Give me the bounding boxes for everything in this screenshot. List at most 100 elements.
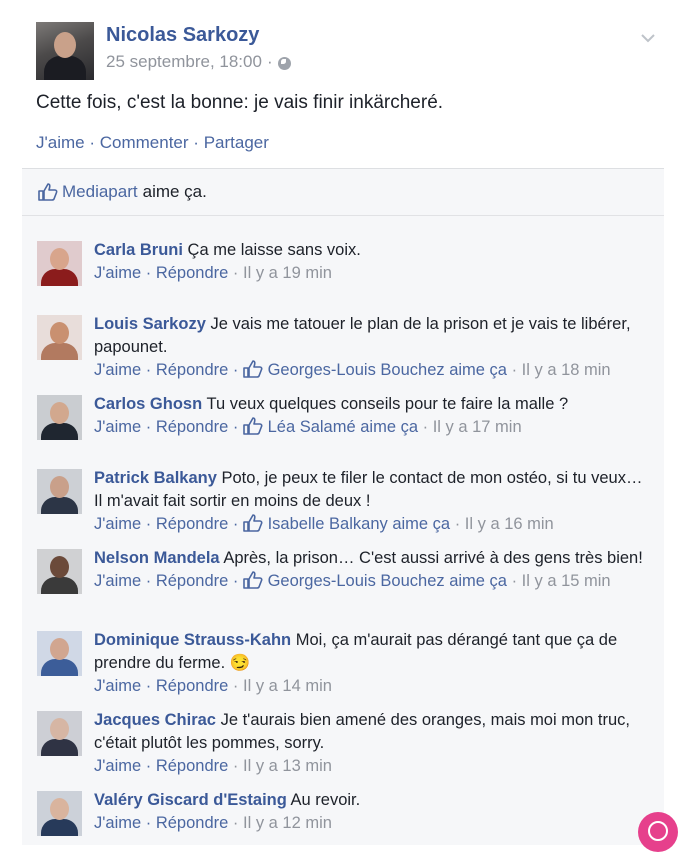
action-separator: ·	[228, 264, 243, 282]
likes-summary: Mediapart aime ça.	[22, 169, 664, 216]
avatar-body	[41, 423, 78, 440]
liked-by-link[interactable]: Georges-Louis Bouchez aime ça	[268, 572, 507, 590]
like-link[interactable]: J'aime	[36, 133, 85, 152]
comment-actions: J'aime · Répondre · Georges-Louis Bouche…	[94, 570, 654, 593]
comment-like-link[interactable]: J'aime	[94, 814, 141, 832]
comment-content: Nelson Mandela Après, la prison… C'est a…	[94, 547, 654, 570]
commenter-avatar[interactable]	[37, 711, 82, 756]
comment-like-link[interactable]: J'aime	[94, 677, 141, 695]
comment-body: Louis Sarkozy Je vais me tatouer le plan…	[94, 313, 654, 382]
avatar-face	[50, 248, 69, 270]
commenter-name[interactable]: Valéry Giscard d'Estaing	[94, 791, 287, 809]
comment-reply-link[interactable]: Répondre	[156, 814, 228, 832]
comment-actions: J'aime · Répondre · Léa Salamé aime ça ·…	[94, 416, 654, 439]
chevron-down-icon[interactable]	[640, 32, 656, 44]
author-avatar[interactable]	[36, 22, 94, 80]
comment-like-link[interactable]: J'aime	[94, 264, 141, 282]
comment-time[interactable]: Il y a 17 min	[433, 418, 522, 436]
comment-like-link[interactable]: J'aime	[94, 757, 141, 775]
commenter-avatar[interactable]	[37, 791, 82, 836]
avatar-body	[41, 739, 78, 756]
action-separator: ·	[228, 515, 243, 533]
commenter-name[interactable]: Jacques Chirac	[94, 711, 216, 729]
comment-time[interactable]: Il y a 18 min	[522, 361, 611, 379]
comment-time[interactable]: Il y a 15 min	[522, 572, 611, 590]
commenter-name[interactable]: Carla Bruni	[94, 241, 183, 259]
comment-body: Carlos Ghosn Tu veux quelques conseils p…	[94, 393, 654, 439]
comment-like-link[interactable]: J'aime	[94, 361, 141, 379]
action-separator: ·	[141, 361, 156, 379]
comment-link[interactable]: Commenter	[100, 133, 189, 152]
action-separator: ·	[141, 264, 156, 282]
comment-reply-link[interactable]: Répondre	[156, 418, 228, 436]
comment-reply-link[interactable]: Répondre	[156, 264, 228, 282]
comment-time[interactable]: Il y a 13 min	[243, 757, 332, 775]
comment-time[interactable]: Il y a 19 min	[243, 264, 332, 282]
commenter-name[interactable]: Patrick Balkany	[94, 469, 217, 487]
commenter-avatar[interactable]	[37, 469, 82, 514]
share-link[interactable]: Partager	[204, 133, 269, 152]
action-separator: ·	[228, 361, 243, 379]
comment-actions: J'aime · Répondre · Il y a 12 min	[94, 812, 654, 835]
liked-by-link[interactable]: Léa Salamé aime ça	[268, 418, 418, 436]
commenter-avatar[interactable]	[37, 395, 82, 440]
comment-content: Dominique Strauss-Kahn Moi, ça m'aurait …	[94, 629, 654, 675]
comment-reply-link[interactable]: Répondre	[156, 677, 228, 695]
avatar-body	[41, 343, 78, 360]
commenter-avatar[interactable]	[37, 315, 82, 360]
comment-content: Carla Bruni Ça me laisse sans voix.	[94, 239, 654, 262]
commenter-name[interactable]: Louis Sarkozy	[94, 315, 206, 333]
action-separator: ·	[506, 572, 522, 590]
comment-content: Carlos Ghosn Tu veux quelques conseils p…	[94, 393, 654, 416]
avatar-face	[50, 718, 69, 740]
comments-panel: Mediapart aime ça. Carla Bruni Ça me lai…	[22, 168, 664, 845]
comment-content: Patrick Balkany Poto, je peux te filer l…	[94, 467, 654, 513]
action-separator: ·	[228, 757, 243, 775]
comment-like-link[interactable]: J'aime	[94, 515, 141, 533]
comment-body: Patrick Balkany Poto, je peux te filer l…	[94, 467, 654, 536]
comment-time[interactable]: Il y a 12 min	[243, 814, 332, 832]
comment-actions: J'aime · Répondre · Isabelle Balkany aim…	[94, 513, 654, 536]
comment-content: Jacques Chirac Je t'aurais bien amené de…	[94, 709, 654, 755]
comment-text: Ça me laisse sans voix.	[187, 241, 361, 259]
avatar-face	[50, 402, 69, 424]
action-separator: ·	[450, 515, 465, 533]
commenter-name[interactable]: Dominique Strauss-Kahn	[94, 631, 291, 649]
comment-reply-link[interactable]: Répondre	[156, 572, 228, 590]
liked-by-link[interactable]: Georges-Louis Bouchez aime ça	[268, 361, 507, 379]
watermark-logo	[638, 812, 678, 852]
comment-time[interactable]: Il y a 14 min	[243, 677, 332, 695]
likes-text: aime ça.	[142, 182, 207, 201]
post-date[interactable]: 25 septembre, 18:00	[106, 52, 262, 72]
comment-like-link[interactable]: J'aime	[94, 418, 141, 436]
liker-page-link[interactable]: Mediapart	[62, 182, 138, 202]
comment-reply-link[interactable]: Répondre	[156, 361, 228, 379]
commenter-avatar[interactable]	[37, 631, 82, 676]
comment-time[interactable]: Il y a 16 min	[465, 515, 554, 533]
author-name[interactable]: Nicolas Sarkozy	[106, 24, 259, 47]
post-meta: 25 septembre, 18:00 ·	[106, 52, 291, 72]
commenter-avatar[interactable]	[37, 549, 82, 594]
comment-body: Carla Bruni Ça me laisse sans voix. J'aim…	[94, 239, 654, 285]
post-header: Nicolas Sarkozy 25 septembre, 18:00 ·	[36, 22, 656, 82]
liked-by-link[interactable]: Isabelle Balkany aime ça	[268, 515, 451, 533]
comment-body: Jacques Chirac Je t'aurais bien amené de…	[94, 709, 654, 778]
avatar-body	[41, 577, 78, 594]
commenter-name[interactable]: Carlos Ghosn	[94, 395, 202, 413]
action-separator: ·	[193, 133, 199, 152]
commenter-avatar[interactable]	[37, 241, 82, 286]
comment-reply-link[interactable]: Répondre	[156, 515, 228, 533]
comment-like-link[interactable]: J'aime	[94, 572, 141, 590]
action-separator: ·	[89, 133, 95, 152]
action-separator: ·	[418, 418, 433, 436]
commenter-name[interactable]: Nelson Mandela	[94, 549, 220, 567]
comment-actions: J'aime · Répondre · Georges-Louis Bouche…	[94, 359, 654, 382]
comment-actions: J'aime · Répondre · Il y a 19 min	[94, 262, 654, 285]
action-separator: ·	[141, 677, 156, 695]
thumbs-up-icon	[243, 571, 263, 589]
action-separator: ·	[228, 572, 243, 590]
avatar-face	[50, 322, 69, 344]
comment-reply-link[interactable]: Répondre	[156, 757, 228, 775]
comment-text: Après, la prison… C'est aussi arrivé à d…	[223, 549, 643, 567]
action-separator: ·	[141, 757, 156, 775]
